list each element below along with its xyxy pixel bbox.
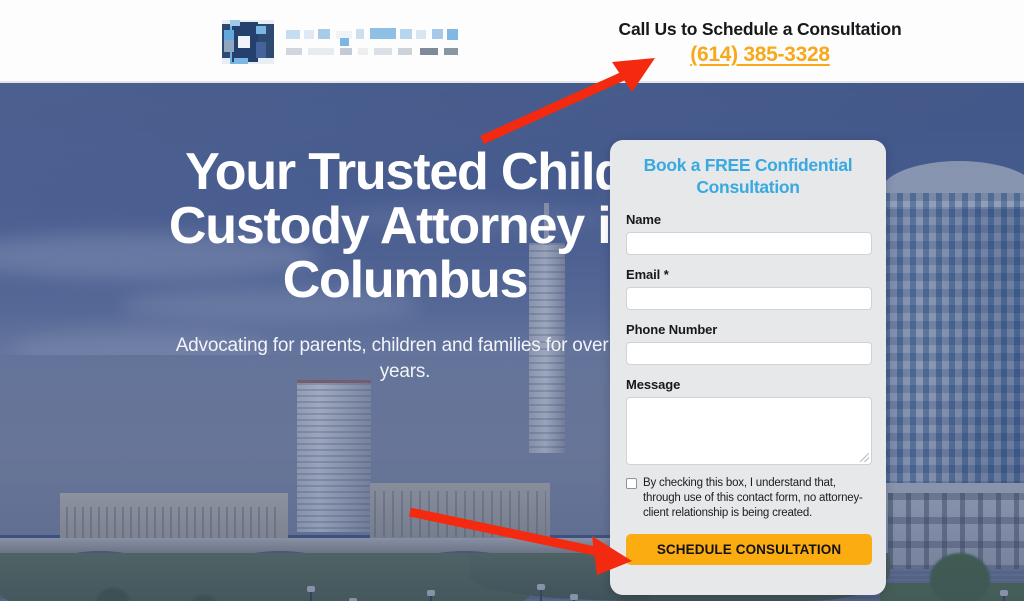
consent-row: By checking this box, I understand that,… [626,476,870,521]
name-label: Name [626,212,662,227]
phone-label: Phone Number [626,322,718,337]
message-label: Message [626,377,681,392]
name-input[interactable] [626,232,872,255]
phone-number-link[interactable]: (614) 385-3328 [690,43,830,67]
landing-page: Call Us to Schedule a Consultation (614)… [0,0,1024,601]
textarea-resize-handle[interactable] [860,453,869,462]
message-wrapper [626,397,872,465]
site-logo[interactable] [222,20,458,64]
hero-subheadline: Advocating for parents, children and fam… [175,335,635,382]
email-input[interactable] [626,287,872,310]
phone-input[interactable] [626,342,872,365]
consent-checkbox[interactable] [626,478,637,489]
call-us-text: Call Us to Schedule a Consultation [618,19,902,39]
logo-mark-icon [222,20,274,64]
header-call-to-action: Call Us to Schedule a Consultation (614)… [560,18,960,67]
schedule-consultation-button[interactable]: SCHEDULE CONSULTATION [626,534,872,565]
consultation-form-card: Book a FREE Confidential Consultation Na… [610,140,886,595]
message-textarea[interactable] [626,397,872,465]
consent-text: By checking this box, I understand that,… [643,477,863,519]
email-label: Email * [626,267,669,282]
site-header: Call Us to Schedule a Consultation (614)… [0,0,1024,83]
hero-headline: Your Trusted Child Custody Attorney in C… [168,143,642,309]
form-heading: Book a FREE Confidential Consultation [643,155,853,197]
logo-wordmark-icon [286,26,458,58]
hero-copy: Your Trusted Child Custody Attorney in C… [150,145,660,385]
